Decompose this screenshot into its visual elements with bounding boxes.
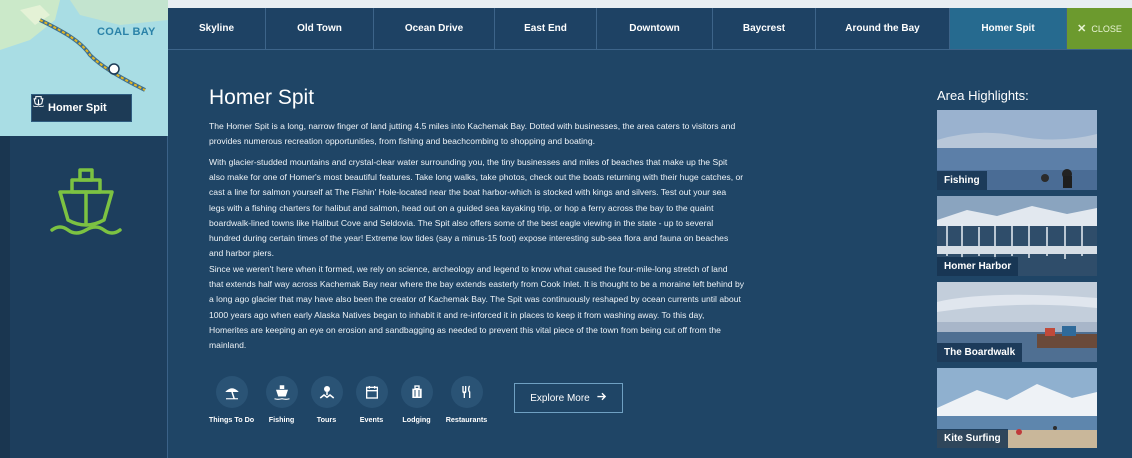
category-links: Things To Do Fishing Tours Events Lodgin… — [209, 376, 489, 424]
category-tours[interactable]: Tours — [309, 376, 344, 424]
tab-old-town[interactable]: Old Town — [266, 8, 374, 49]
nav-bottom-edge — [168, 49, 1132, 50]
category-label: Restaurants — [445, 415, 488, 424]
highlight-card-fishing[interactable]: Fishing — [937, 110, 1097, 190]
history-paragraph: Since we weren't here when it formed, we… — [209, 264, 745, 351]
highlight-label: Homer Harbor — [937, 257, 1019, 276]
highlight-label: Kite Surfing — [937, 429, 1008, 448]
map-pin-icon — [310, 376, 343, 408]
highlight-label: The Boardwalk — [937, 343, 1023, 362]
tab-skyline[interactable]: Skyline — [168, 8, 266, 49]
ship-icon — [50, 166, 122, 243]
nav-top-edge — [168, 0, 1132, 8]
area-map[interactable]: COAL BAY Homer Spit — [0, 0, 168, 136]
category-label: Events — [359, 415, 384, 424]
panel-edge — [0, 136, 10, 458]
intro-paragraph: The Homer Spit is a long, narrow finger … — [209, 121, 736, 147]
arrow-right-icon — [596, 391, 607, 405]
category-label: Fishing — [268, 415, 295, 424]
ship-icon — [265, 376, 298, 408]
close-icon: ✕ — [1077, 23, 1087, 35]
location-tag-label: Homer Spit — [48, 102, 107, 114]
category-restaurants[interactable]: Restaurants — [444, 376, 489, 424]
highlight-card-kite-surfing[interactable]: Kite Surfing — [937, 368, 1097, 448]
highlight-label: Fishing — [937, 171, 987, 190]
tab-around-the-bay[interactable]: Around the Bay — [816, 8, 950, 49]
category-things-to-do[interactable]: Things To Do — [209, 376, 254, 424]
explore-more-button[interactable]: Explore More — [514, 383, 623, 413]
category-fishing[interactable]: Fishing — [264, 376, 299, 424]
category-lodging[interactable]: Lodging — [399, 376, 434, 424]
highlight-card-homer-harbor[interactable]: Homer Harbor — [937, 196, 1097, 276]
map-label: COAL BAY — [97, 26, 156, 38]
luggage-icon — [400, 376, 433, 408]
explore-more-label: Explore More — [530, 392, 590, 404]
fork-knife-icon — [450, 376, 483, 408]
tab-ocean-drive[interactable]: Ocean Drive — [374, 8, 495, 49]
area-nav: Skyline Old Town Ocean Drive East End Do… — [168, 8, 1132, 49]
tab-east-end[interactable]: East End — [495, 8, 597, 49]
tab-homer-spit[interactable]: Homer Spit — [950, 8, 1067, 49]
highlight-card-the-boardwalk[interactable]: The Boardwalk — [937, 282, 1097, 362]
category-label: Lodging — [402, 415, 431, 424]
left-panel — [0, 136, 168, 458]
tab-baycrest[interactable]: Baycrest — [713, 8, 816, 49]
umbrella-icon — [215, 376, 248, 408]
close-button[interactable]: ✕ CLOSE — [1067, 8, 1132, 49]
category-label: Tours — [316, 415, 337, 424]
features-paragraph: With glacier-studded mountains and cryst… — [209, 157, 744, 259]
calendar-icon — [355, 376, 388, 408]
page-title: Homer Spit — [209, 86, 315, 109]
category-label: Things To Do — [208, 415, 255, 424]
tab-downtown[interactable]: Downtown — [597, 8, 713, 49]
highlights-title: Area Highlights: — [937, 88, 1029, 103]
category-events[interactable]: Events — [354, 376, 389, 424]
close-label: CLOSE — [1091, 23, 1122, 34]
location-tag[interactable]: Homer Spit — [31, 94, 132, 122]
